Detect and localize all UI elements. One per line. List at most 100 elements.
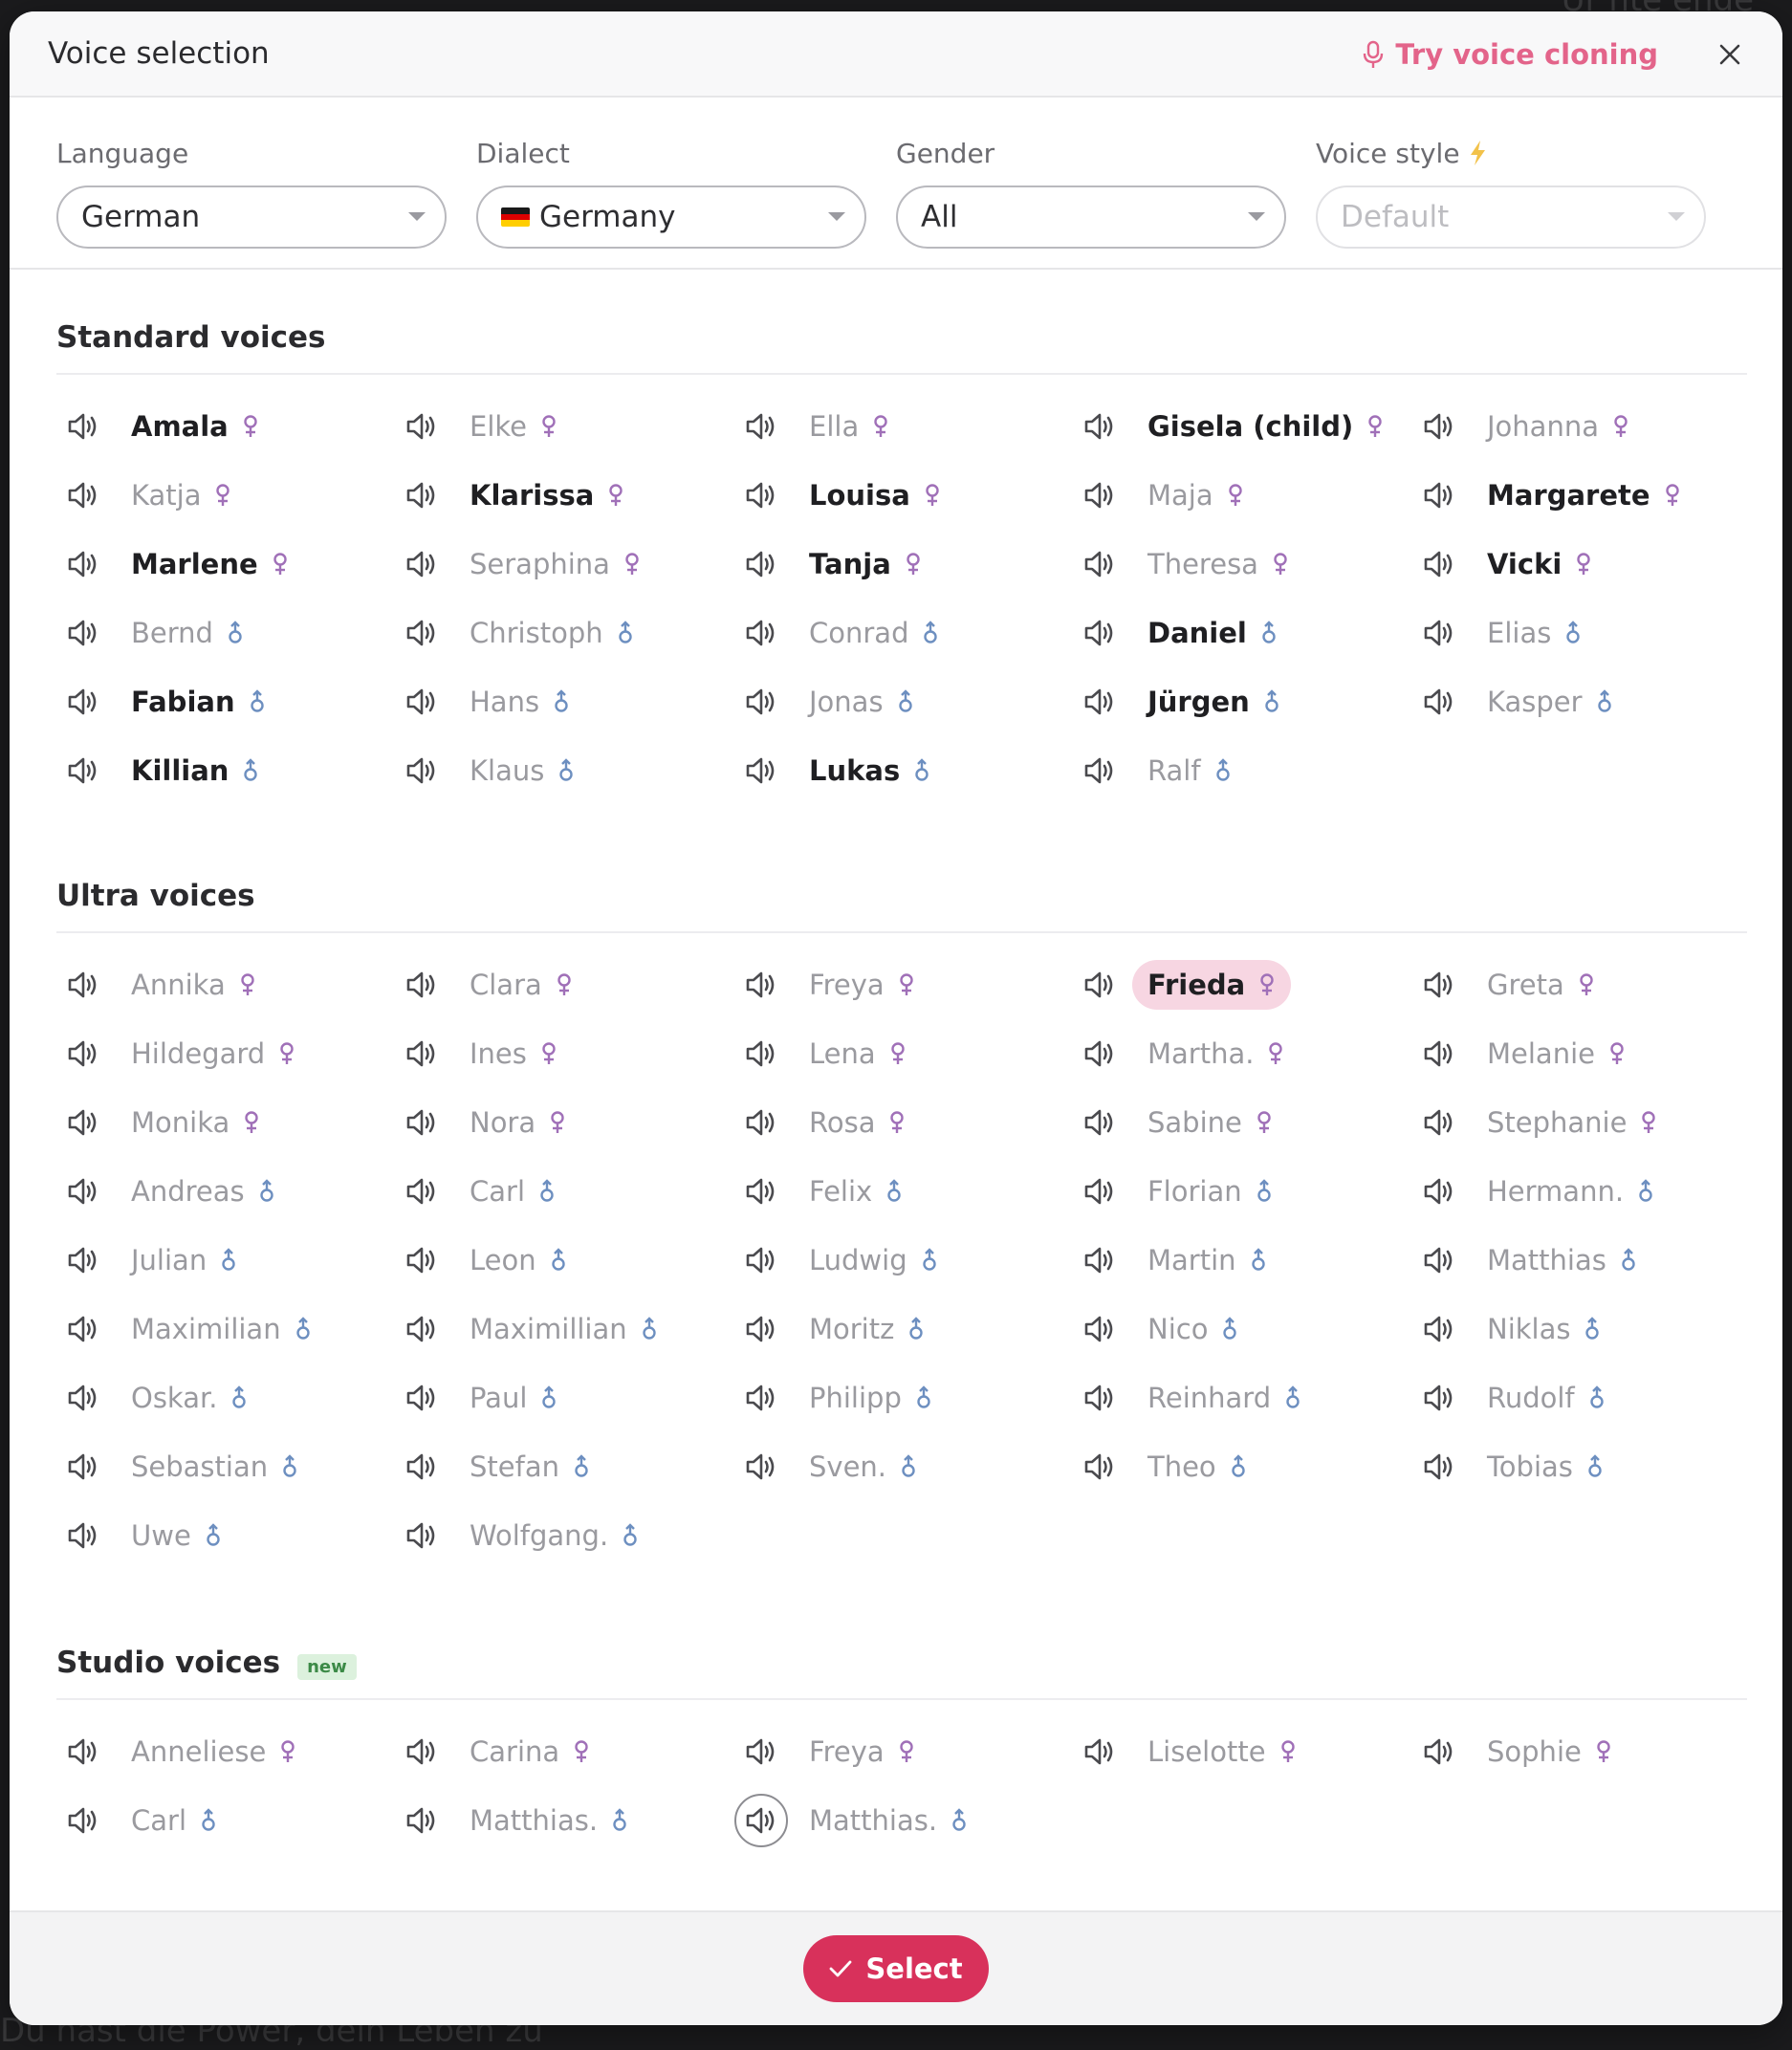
speaker-icon[interactable] — [1412, 606, 1466, 660]
voice-label-pill[interactable]: Carl — [116, 1796, 232, 1845]
speaker-icon[interactable] — [56, 469, 110, 522]
voice-label-pill[interactable]: Stephanie — [1472, 1098, 1672, 1147]
speaker-icon[interactable] — [734, 1027, 788, 1080]
voice-label-pill[interactable]: Killian — [116, 746, 274, 796]
speaker-icon[interactable] — [1412, 1440, 1466, 1494]
voice-label-pill[interactable]: Freya — [794, 960, 930, 1010]
voice-label-pill[interactable]: Marlene — [116, 539, 304, 589]
voice-label-pill[interactable]: Oskar. — [116, 1373, 263, 1423]
voice-label-pill[interactable]: Monika — [116, 1098, 275, 1147]
voice-label-pill[interactable]: Maja — [1132, 470, 1259, 520]
voice-item[interactable]: Kasper — [1412, 675, 1628, 729]
voice-label-pill[interactable]: Conrad — [794, 608, 954, 658]
speaker-icon[interactable] — [1073, 1233, 1126, 1287]
voice-label-pill[interactable]: Freya — [794, 1727, 930, 1777]
voice-item[interactable]: Daniel — [1073, 606, 1293, 660]
selected-voice-pill[interactable]: Frieda — [1132, 960, 1292, 1010]
speaker-icon[interactable] — [1412, 537, 1466, 591]
voice-label-pill[interactable]: Ralf — [1132, 746, 1247, 796]
speaker-icon[interactable] — [1412, 1725, 1466, 1778]
voice-label-pill[interactable]: Matthias. — [454, 1796, 644, 1845]
voice-item[interactable]: Christoph — [395, 606, 649, 660]
speaker-icon[interactable] — [1073, 1096, 1126, 1149]
voice-item[interactable]: Anneliese — [56, 1725, 312, 1778]
voice-item[interactable]: Klarissa — [395, 469, 640, 522]
voice-label-pill[interactable]: Jürgen — [1132, 677, 1296, 727]
speaker-icon[interactable] — [395, 744, 448, 797]
voice-label-pill[interactable]: Maximilian — [116, 1304, 327, 1354]
voice-label-pill[interactable]: Annika — [116, 960, 272, 1010]
voice-item[interactable]: Jürgen — [1073, 675, 1296, 729]
voice-item[interactable]: Elias — [1412, 606, 1597, 660]
speaker-icon[interactable] — [395, 1233, 448, 1287]
speaker-icon[interactable] — [1412, 1371, 1466, 1425]
speaker-icon[interactable] — [1073, 606, 1126, 660]
voice-item[interactable]: Sebastian — [56, 1440, 314, 1494]
speaker-icon[interactable] — [56, 1509, 110, 1562]
voice-item[interactable]: Maximilian — [56, 1302, 327, 1356]
voice-label-pill[interactable]: Niklas — [1472, 1304, 1616, 1354]
voice-item[interactable]: Klaus — [395, 744, 590, 797]
voice-label-pill[interactable]: Ines — [454, 1029, 573, 1079]
voice-item[interactable]: Melanie — [1412, 1027, 1641, 1080]
speaker-icon[interactable] — [395, 469, 448, 522]
voice-label-pill[interactable]: Lena — [794, 1029, 922, 1079]
voice-item[interactable]: Matthias. — [734, 1794, 983, 1847]
voice-label-pill[interactable]: Martin — [1132, 1235, 1282, 1285]
speaker-icon[interactable] — [734, 1371, 788, 1425]
voice-item[interactable]: Annika — [56, 958, 272, 1012]
speaker-icon[interactable] — [56, 1096, 110, 1149]
speaker-icon[interactable] — [395, 1302, 448, 1356]
voice-label-pill[interactable]: Vicki — [1472, 539, 1607, 589]
voice-item[interactable]: Clara — [395, 958, 588, 1012]
voice-label-pill[interactable]: Uwe — [116, 1511, 237, 1560]
speaker-icon[interactable] — [1073, 1165, 1126, 1218]
voice-label-pill[interactable]: Sabine — [1132, 1098, 1288, 1147]
voice-item[interactable]: Johanna — [1412, 400, 1645, 453]
voice-label-pill[interactable]: Philipp — [794, 1373, 948, 1423]
speaker-icon[interactable] — [734, 958, 788, 1012]
voice-label-pill[interactable]: Tanja — [794, 539, 937, 589]
speaker-icon[interactable] — [56, 1302, 110, 1356]
voice-item[interactable]: Wolfgang. — [395, 1509, 654, 1562]
speaker-icon[interactable] — [56, 1027, 110, 1080]
voice-label-pill[interactable]: Seraphina — [454, 539, 656, 589]
speaker-icon[interactable] — [56, 1794, 110, 1847]
speaker-icon[interactable] — [395, 400, 448, 453]
voice-item[interactable]: Frieda — [1073, 958, 1292, 1012]
speaker-icon[interactable] — [1073, 469, 1126, 522]
voice-item[interactable]: Sven. — [734, 1440, 932, 1494]
voice-item[interactable]: Hermann. — [1412, 1165, 1670, 1218]
voice-item[interactable]: Conrad — [734, 606, 954, 660]
voice-item[interactable]: Monika — [56, 1096, 275, 1149]
speaker-icon[interactable] — [56, 1371, 110, 1425]
voice-item[interactable]: Carina — [395, 1725, 605, 1778]
voice-label-pill[interactable]: Carl — [454, 1167, 571, 1216]
voice-item[interactable]: Lena — [734, 1027, 922, 1080]
voice-label-pill[interactable]: Theresa — [1132, 539, 1304, 589]
speaker-icon[interactable] — [56, 400, 110, 453]
voice-item[interactable]: Julian — [56, 1233, 252, 1287]
voice-label-pill[interactable]: Anneliese — [116, 1727, 312, 1777]
voice-item[interactable]: Amala — [56, 400, 274, 453]
voice-item[interactable]: Stefan — [395, 1440, 605, 1494]
voice-item[interactable]: Martha. — [1073, 1027, 1300, 1080]
voice-label-pill[interactable]: Andreas — [116, 1167, 291, 1216]
speaker-icon[interactable] — [1412, 675, 1466, 729]
voice-label-pill[interactable]: Martha. — [1132, 1029, 1300, 1079]
voice-label-pill[interactable]: Hans — [454, 677, 585, 727]
voice-item[interactable]: Rudolf — [1412, 1371, 1621, 1425]
speaker-icon[interactable] — [395, 1794, 448, 1847]
speaker-icon[interactable] — [1073, 1302, 1126, 1356]
speaker-icon[interactable] — [395, 1725, 448, 1778]
voice-label-pill[interactable]: Louisa — [794, 470, 956, 520]
speaker-icon[interactable] — [1073, 1440, 1126, 1494]
speaker-icon[interactable] — [56, 744, 110, 797]
voice-label-pill[interactable]: Hildegard — [116, 1029, 311, 1079]
voice-label-pill[interactable]: Carina — [454, 1727, 605, 1777]
voice-item[interactable]: Lukas — [734, 744, 946, 797]
voice-item[interactable]: Sophie — [1412, 1725, 1628, 1778]
voice-item[interactable]: Reinhard — [1073, 1371, 1317, 1425]
speaker-icon[interactable] — [1073, 1027, 1126, 1080]
voice-item[interactable]: Oskar. — [56, 1371, 263, 1425]
